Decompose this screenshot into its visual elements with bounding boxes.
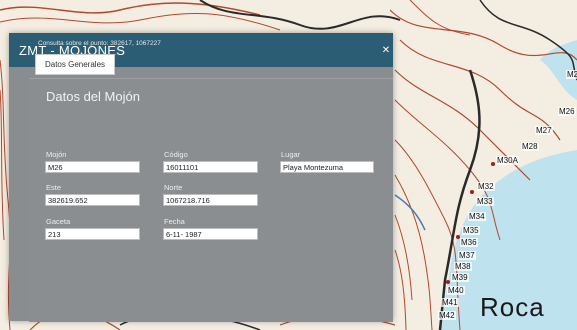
marker-dot[interactable] xyxy=(470,190,474,194)
map-marker-label[interactable]: M36 xyxy=(460,238,478,247)
map-marker-label[interactable]: M40 xyxy=(447,286,465,295)
map-marker-label[interactable]: M32 xyxy=(477,182,495,191)
gaceta-field[interactable]: 213 xyxy=(45,228,140,240)
map-marker-label[interactable]: M35 xyxy=(462,226,480,235)
gaceta-label: Gaceta xyxy=(46,217,71,226)
mojon-field[interactable]: M26 xyxy=(45,161,140,173)
map-marker-label[interactable]: M38 xyxy=(454,262,472,271)
map-marker-label[interactable]: M34 xyxy=(468,212,486,221)
marker-dot[interactable] xyxy=(456,235,460,239)
map-marker-label[interactable]: M27 xyxy=(535,126,553,135)
map-marker-label[interactable]: M2 xyxy=(566,70,577,79)
marker-dot[interactable] xyxy=(491,162,495,166)
lugar-label: Lugar xyxy=(281,150,301,159)
este-label: Este xyxy=(46,183,62,192)
map-marker-label[interactable]: M37 xyxy=(458,251,476,260)
fecha-label: Fecha xyxy=(164,217,185,226)
codigo-field[interactable]: 16011101 xyxy=(163,161,258,173)
map-marker-label[interactable]: M30A xyxy=(496,156,519,165)
fecha-field[interactable]: 6-11- 1987 xyxy=(163,228,258,240)
lugar-field[interactable]: Playa Montezuma xyxy=(280,161,374,173)
close-icon[interactable]: ✕ xyxy=(381,46,391,56)
map-marker-label[interactable]: M41 xyxy=(441,298,459,307)
norte-label: Norte xyxy=(164,183,183,192)
marker-dot[interactable] xyxy=(446,280,450,284)
map-marker-label[interactable]: M42 xyxy=(438,311,456,320)
map-place-label: Roca xyxy=(480,292,545,322)
map-marker-label[interactable]: M33 xyxy=(476,197,494,206)
codigo-label: Código xyxy=(164,150,188,159)
mojon-label: Mojón xyxy=(46,150,67,159)
map-marker-label[interactable]: M26 xyxy=(558,107,576,116)
map-marker-label[interactable]: M39 xyxy=(451,273,469,282)
query-point-text: Consulta sobre el punto: 382617, 1067227 xyxy=(38,40,161,47)
norte-field[interactable]: 1067218.716 xyxy=(163,194,258,206)
tab-datos-generales[interactable]: Datos Generales xyxy=(35,54,115,75)
map-marker-label[interactable]: M28 xyxy=(521,142,539,151)
este-field[interactable]: 382619.652 xyxy=(45,194,140,206)
section-title: Datos del Mojón xyxy=(46,89,140,104)
